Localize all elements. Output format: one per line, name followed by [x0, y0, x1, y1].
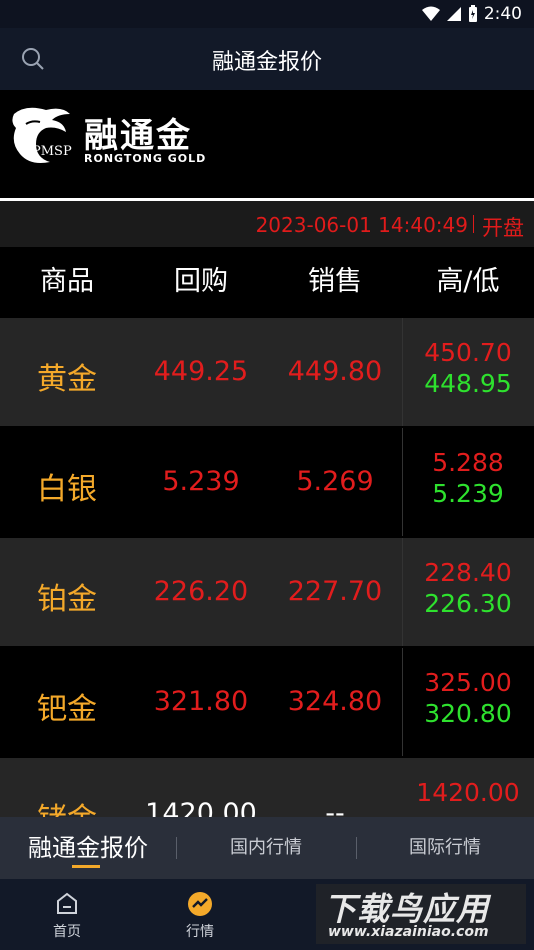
- watermark-url: www.xiazainiao.com: [328, 924, 489, 940]
- status-time: 2:40: [483, 4, 522, 24]
- nav-label: 行情: [186, 924, 214, 940]
- brand-banner: PMSP 融通金 RONGTONG GOLD: [0, 90, 534, 198]
- low-price: 320.80: [424, 699, 512, 728]
- sell-price: 324.80: [287, 686, 383, 717]
- tab-rongtong-quote[interactable]: 融通金报价: [0, 817, 176, 879]
- column-divider: [402, 538, 403, 646]
- buyback-price: 449.25: [153, 356, 249, 387]
- high-low: 5.288 5.239: [402, 428, 534, 508]
- status-bar: 2:40: [0, 0, 534, 28]
- high-price: 325.00: [424, 668, 512, 697]
- high-price: 5.288: [432, 448, 504, 477]
- brand-name-en: RONGTONG GOLD: [84, 152, 207, 165]
- watermark: 下载鸟应用 www.xiazainiao.com: [316, 884, 526, 944]
- market-status: 开盘: [482, 216, 524, 240]
- brand-name-cn: 融通金: [84, 116, 192, 156]
- quote-timestamp: 2023-06-01 14:40:49: [255, 213, 468, 237]
- sell-price: 227.70: [287, 576, 383, 607]
- header-high-low: 高/低: [436, 266, 500, 297]
- table-row[interactable]: 白银 5.239 5.269 5.288 5.239: [0, 428, 534, 536]
- high-low: 228.40 226.30: [402, 538, 534, 618]
- battery-icon: [468, 5, 477, 22]
- nav-label: 首页: [53, 924, 81, 940]
- product-name: 白银: [37, 472, 97, 507]
- high-low: 450.70 448.95: [402, 318, 534, 398]
- header-buyback: 回购: [174, 266, 228, 297]
- sell-price: 449.80: [287, 356, 383, 387]
- table-row[interactable]: 铑金 1420.00 -- 1420.00: [0, 758, 534, 818]
- tab-label: 国际行情: [409, 837, 481, 858]
- buyback-price: 321.80: [153, 686, 249, 717]
- header-product: 商品: [40, 266, 94, 297]
- wifi-icon: [421, 6, 440, 21]
- signal-icon: [446, 7, 461, 21]
- low-price: 5.239: [432, 479, 504, 508]
- home-icon: [57, 892, 77, 914]
- tab-label: 融通金报价: [28, 834, 148, 862]
- low-price: 448.95: [424, 369, 512, 398]
- product-name: 黄金: [37, 362, 97, 397]
- brand-badge: PMSP: [32, 144, 72, 159]
- product-name: 铑金: [0, 794, 134, 818]
- column-divider: [402, 318, 403, 426]
- table-row[interactable]: 黄金 449.25 449.80 450.70 448.95: [0, 318, 534, 426]
- high-low: 325.00 320.80: [402, 648, 534, 728]
- nav-market[interactable]: 行情: [155, 879, 245, 941]
- high-low: 1420.00: [402, 758, 534, 807]
- market-icon: [188, 892, 212, 916]
- quote-tabs: 融通金报价 国内行情 国际行情: [0, 817, 534, 879]
- time-separator: [473, 215, 474, 233]
- sell-price: 5.269: [296, 466, 374, 497]
- status-icons: 2:40: [421, 4, 522, 24]
- table-header: 商品 回购 销售 高/低: [0, 247, 534, 317]
- quote-time-bar: 2023-06-01 14:40:49 开盘: [0, 201, 534, 247]
- high-price: 450.70: [424, 338, 512, 367]
- buyback-price: 226.20: [153, 576, 249, 607]
- tab-domestic-market[interactable]: 国内行情: [176, 817, 356, 879]
- column-divider: [402, 428, 403, 536]
- buyback-price: 5.239: [162, 466, 240, 497]
- app-header: 融通金报价: [0, 28, 534, 90]
- column-divider: [402, 648, 403, 756]
- sell-price: --: [325, 798, 345, 818]
- product-name: 铂金: [37, 582, 97, 617]
- tab-international-market[interactable]: 国际行情: [356, 817, 534, 879]
- low-price: 226.30: [424, 589, 512, 618]
- high-price: 1420.00: [416, 778, 520, 807]
- high-price: 228.40: [424, 558, 512, 587]
- nav-home[interactable]: 首页: [22, 879, 112, 941]
- table-row[interactable]: 钯金 321.80 324.80 325.00 320.80: [0, 648, 534, 756]
- product-name: 钯金: [37, 692, 97, 727]
- page-title: 融通金报价: [211, 50, 322, 75]
- table-row[interactable]: 铂金 226.20 227.70 228.40 226.30: [0, 538, 534, 646]
- buyback-price: 1420.00: [145, 798, 257, 818]
- header-sell: 销售: [308, 266, 362, 297]
- active-tab-indicator: [72, 865, 100, 868]
- tab-label: 国内行情: [230, 837, 302, 858]
